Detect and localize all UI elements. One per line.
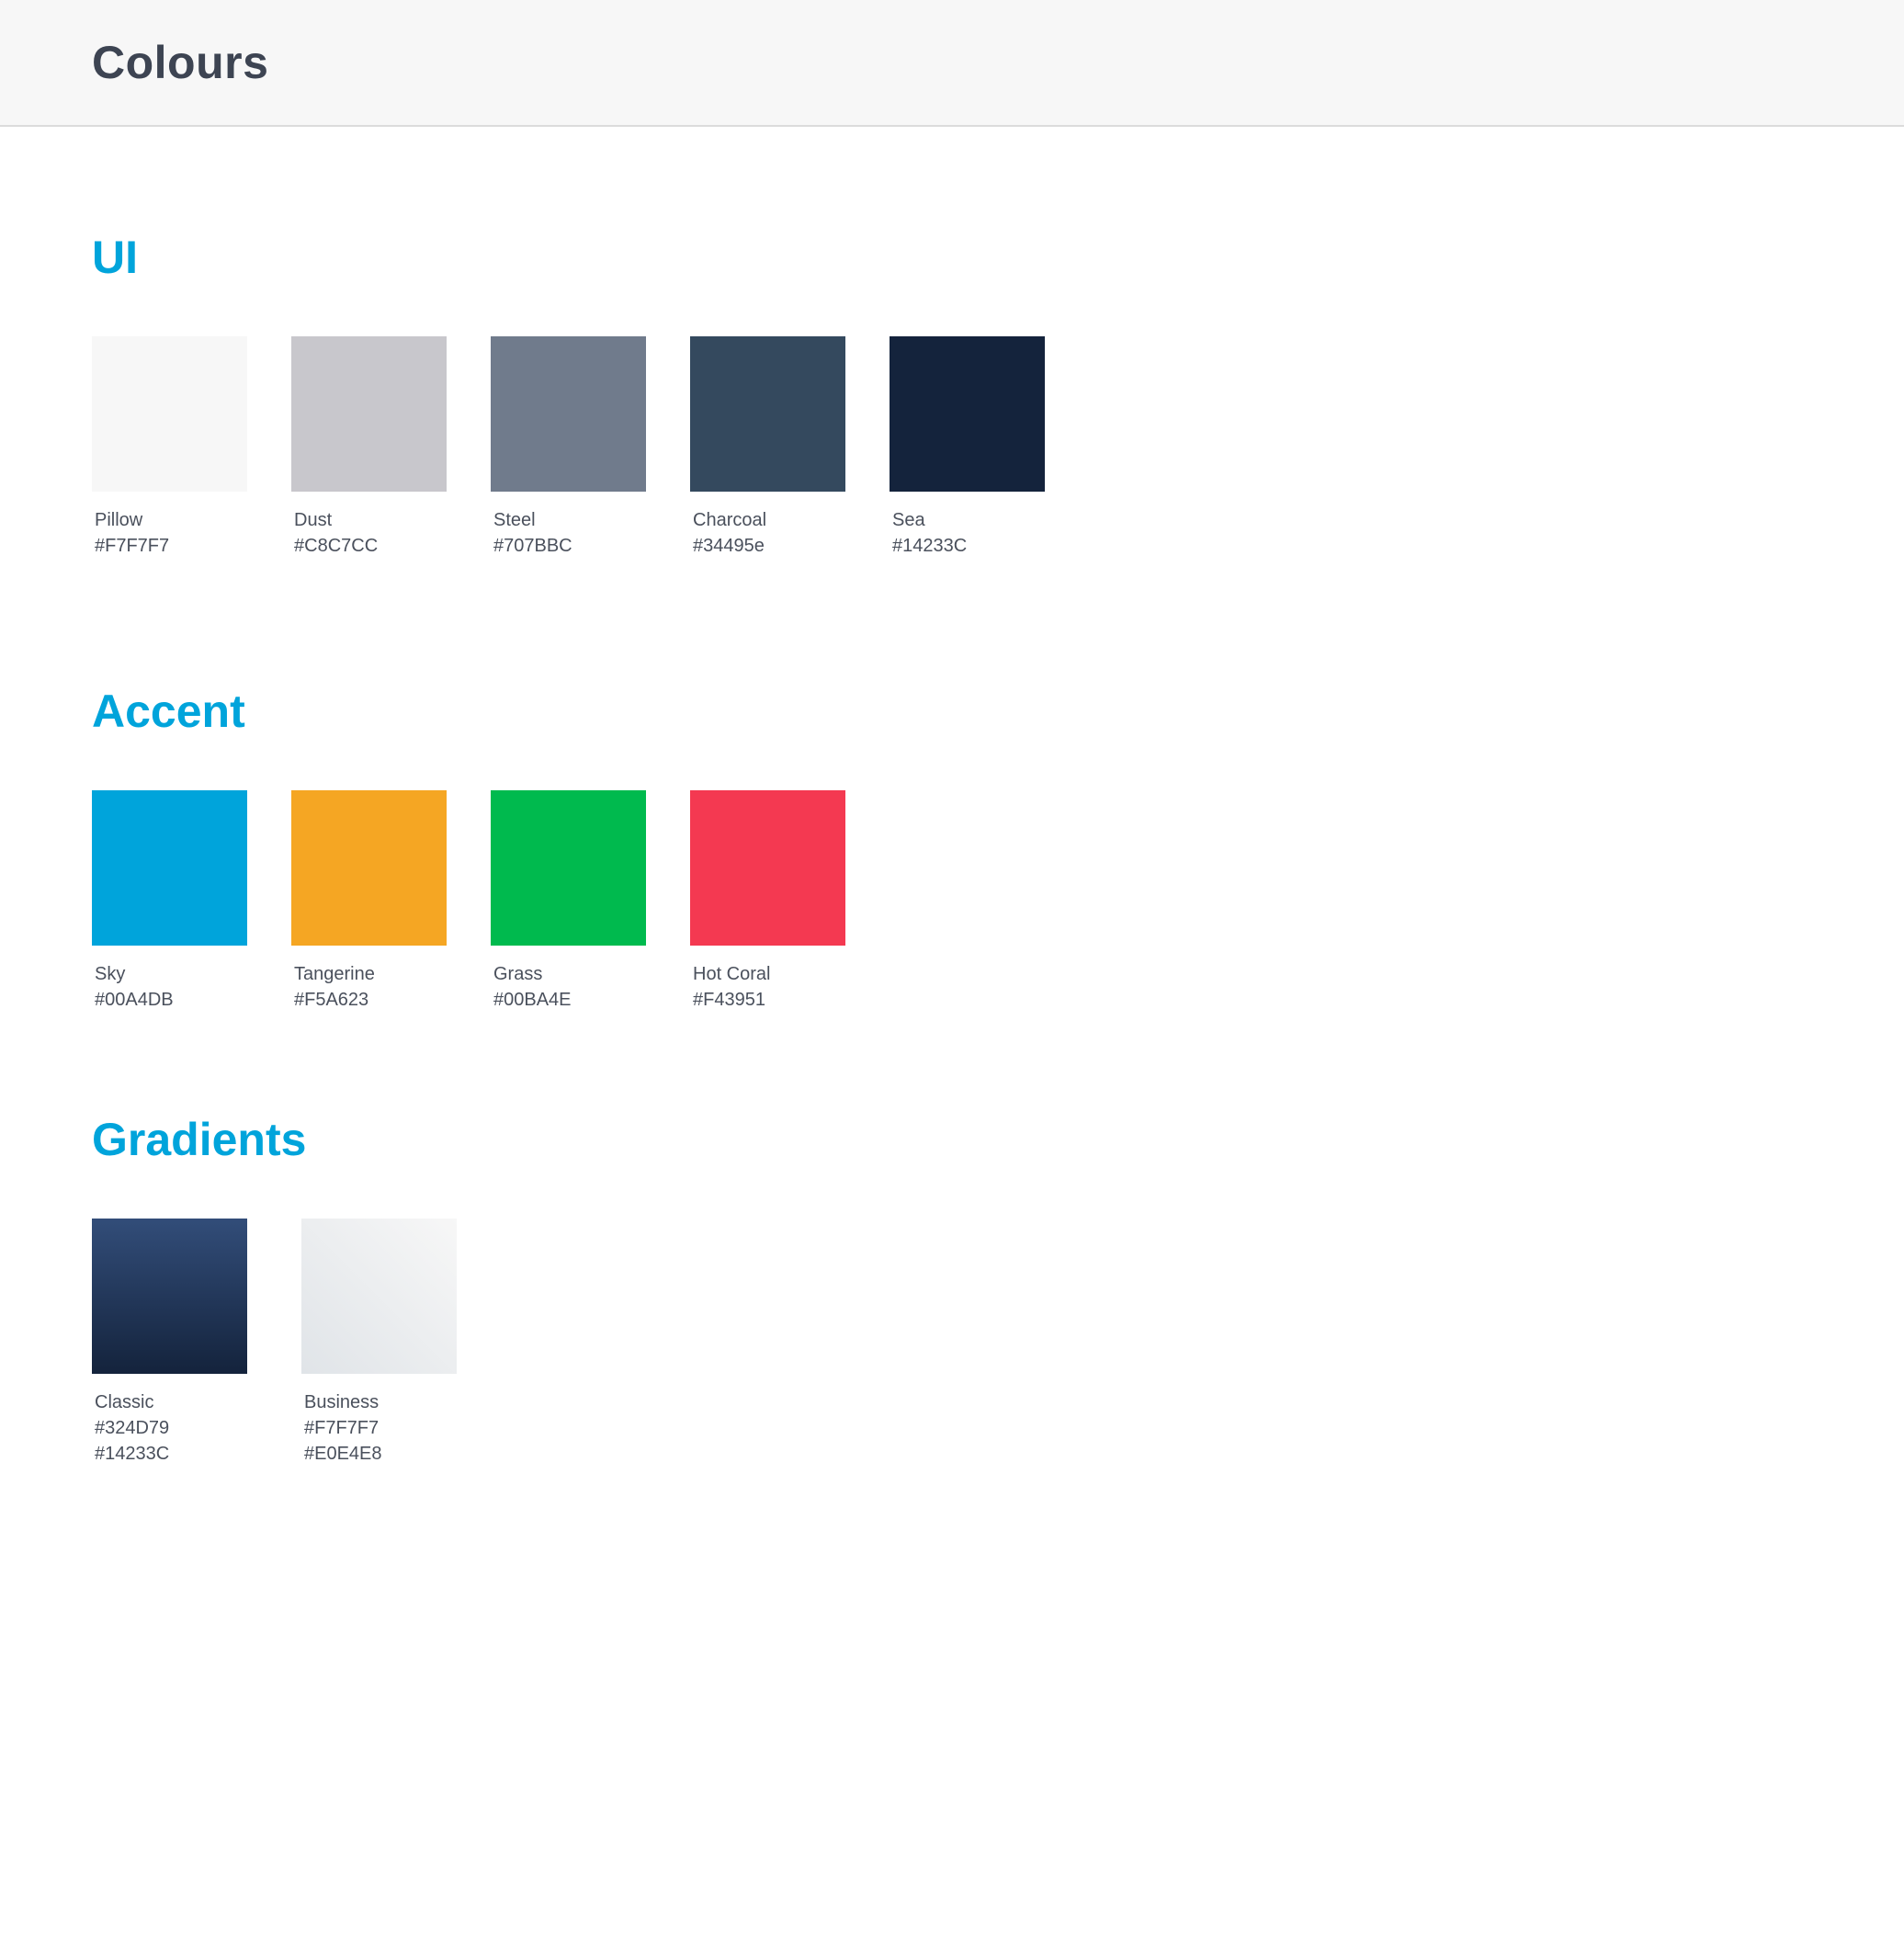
swatch-name: Sky: [95, 964, 126, 984]
swatch-hex: #00BA4E: [493, 990, 572, 1010]
swatch-name: Steel: [493, 510, 536, 530]
color-chip: [291, 336, 447, 492]
swatch-pillow: Pillow #F7F7F7: [92, 336, 247, 559]
swatch-sea: Sea #14233C: [890, 336, 1045, 559]
swatch-sky: Sky #00A4DB: [92, 790, 247, 1013]
swatch-grass: Grass #00BA4E: [491, 790, 646, 1013]
color-chip: [890, 336, 1045, 492]
page-header: Colours: [0, 0, 1904, 127]
swatch-row-ui: Pillow #F7F7F7 Dust #C8C7CC Steel #707BB…: [92, 336, 1089, 559]
swatch-steel: Steel #707BBC: [491, 336, 646, 559]
swatch-hex-start: #324D79: [95, 1418, 170, 1438]
color-chip: [690, 336, 845, 492]
swatch-name: Hot Coral: [693, 964, 771, 984]
color-chip: [291, 790, 447, 946]
gradient-chip: [92, 1219, 247, 1374]
section-gradients: Gradients Classic #324D79 #14233C Busine…: [92, 1112, 457, 1464]
swatch-name: Classic: [95, 1392, 154, 1412]
swatch-row-gradients: Classic #324D79 #14233C Business #F7F7F7…: [92, 1219, 501, 1467]
swatch-business: Business #F7F7F7 #E0E4E8: [301, 1219, 457, 1467]
swatch-name: Charcoal: [693, 510, 767, 530]
swatch-hex-start: #F7F7F7: [304, 1418, 380, 1438]
swatch-charcoal: Charcoal #34495e: [690, 336, 845, 559]
swatch-hex: #00A4DB: [95, 990, 174, 1010]
swatch-hex: #C8C7CC: [294, 536, 379, 556]
section-ui: UI Pillow #F7F7F7 Dust #C8C7CC Steel #70…: [92, 230, 1045, 556]
swatch-hex: #707BBC: [493, 536, 572, 556]
swatch-hex: #34495e: [693, 536, 765, 556]
page-title: Colours: [92, 37, 269, 88]
swatch-classic: Classic #324D79 #14233C: [92, 1219, 247, 1467]
color-chip: [92, 336, 247, 492]
swatch-name: Dust: [294, 510, 333, 530]
section-title-gradients: Gradients: [92, 1114, 307, 1165]
swatch-name: Pillow: [95, 510, 143, 530]
section-title-accent: Accent: [92, 686, 245, 737]
swatch-tangerine: Tangerine #F5A623: [291, 790, 447, 1013]
swatch-name: Sea: [892, 510, 925, 530]
swatch-name: Tangerine: [294, 964, 375, 984]
swatch-row-accent: Sky #00A4DB Tangerine #F5A623 Grass #00B…: [92, 790, 890, 1013]
color-chip: [690, 790, 845, 946]
swatch-hex: #F43951: [693, 990, 765, 1010]
section-title-ui: UI: [92, 232, 138, 283]
swatch-hex: #F5A623: [294, 990, 369, 1010]
color-chip: [491, 790, 646, 946]
color-chip: [491, 336, 646, 492]
color-chip: [92, 790, 247, 946]
swatch-hot-coral: Hot Coral #F43951: [690, 790, 845, 1013]
swatch-hex: #14233C: [892, 536, 968, 556]
swatch-dust: Dust #C8C7CC: [291, 336, 447, 559]
swatch-hex: #F7F7F7: [95, 536, 170, 556]
swatch-name: Grass: [493, 964, 543, 984]
swatch-hex-end: #E0E4E8: [304, 1444, 382, 1464]
section-accent: Accent Sky #00A4DB Tangerine #F5A623 Gra…: [92, 684, 845, 1010]
swatch-name: Business: [304, 1392, 380, 1412]
gradient-chip: [301, 1219, 457, 1374]
swatch-hex-end: #14233C: [95, 1444, 170, 1464]
